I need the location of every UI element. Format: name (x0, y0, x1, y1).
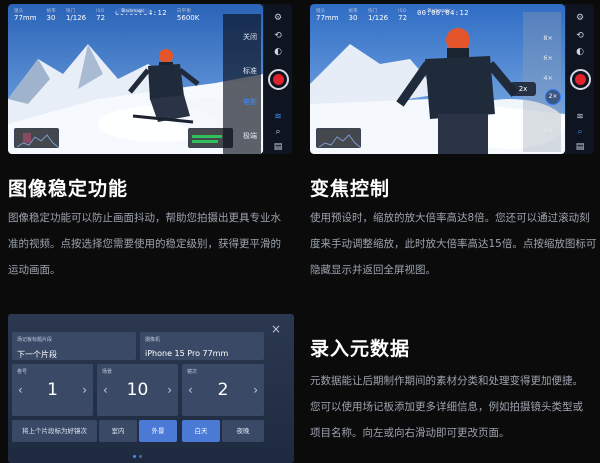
zoom-description: 使用预设时，缩放的放大倍率高达8倍。您还可以通过滚动刻 度来手动调整缩放，此时放… (310, 205, 600, 283)
hud-lens[interactable]: 77mm (14, 14, 37, 22)
camera-swap-icon[interactable]: ⟲ (271, 30, 285, 42)
hud-iso-zoom[interactable]: 72 (398, 14, 407, 22)
zoom-label-8x[interactable]: 8× (543, 34, 553, 42)
reel-label: 卷号 (17, 369, 28, 375)
record-button[interactable] (268, 69, 289, 90)
stabilization-menu: 关闭 标准 电影 极端 (223, 14, 261, 154)
record-button[interactable] (570, 69, 591, 90)
zoom-label-6x[interactable]: 6× (543, 54, 553, 62)
metadata-description: 元数据能让后期制作期间的素材分类和处理变得更加便捷。 您可以使用场记板添加更多详… (310, 368, 600, 446)
stab-option-standard[interactable]: 标准 (243, 66, 257, 76)
snowboarder-closeup-photo: Blackmagic 镜头 77mm 帧率 30 快门 1/126 ISO 72 00:… (310, 4, 565, 154)
metadata-line-3: 项目名称。向左或向右滑动即可更改页面。 (310, 427, 510, 439)
zoom-line-3: 隐藏显示并返回全屏视图。 (310, 264, 436, 276)
slate-title-field[interactable]: 场记板标题片段 下一个片段 (12, 332, 136, 360)
stabilization-title: 图像稳定功能 (8, 178, 129, 200)
gear-icon[interactable]: ⚙ (573, 12, 587, 24)
hud-shutter[interactable]: 1/126 (66, 14, 86, 22)
camera-swap-icon[interactable]: ⟲ (573, 30, 587, 42)
camera-label: 摄像机 (145, 337, 161, 343)
stab-option-off[interactable]: 关闭 (243, 32, 257, 42)
hud-fps[interactable]: 30 (47, 14, 56, 22)
take-label: 镜次 (187, 369, 198, 375)
histogram-graph (16, 133, 59, 148)
zoom-pill: 2x (510, 82, 536, 96)
mark-good-take-button[interactable]: 将上个片段标为好镜次 (12, 420, 97, 442)
camera-field[interactable]: 摄像机 iPhone 15 Pro 77mm (140, 332, 264, 360)
slate-title-value: 下一个片段 (17, 350, 57, 359)
tag-day[interactable]: 白天 (182, 420, 220, 442)
stab-option-extreme[interactable]: 极端 (243, 131, 257, 141)
camera-sidebar: ⚙ ⟲ ◐ ≋ ⌕ ▤ (263, 4, 292, 154)
zoom-line-2: 度来手动调整缩放，此时放大倍率高达15倍。点按缩放图标可 (310, 238, 597, 250)
tag-interior[interactable]: 室内 (99, 420, 137, 442)
zoom-active-indicator[interactable]: 2× (545, 89, 561, 105)
histogram[interactable] (14, 128, 59, 148)
stabilization-line-2: 准的视频。点按选择您需要使用的稳定级别，获得更平滑的 (8, 238, 281, 250)
stabilization-line-1: 图像稳定功能可以防止画面抖动，帮助您拍摄出更具专业水 (8, 212, 281, 224)
metadata-title: 录入元数据 (310, 338, 411, 360)
reel-stepper[interactable]: 卷号 ‹ 1 › (12, 364, 93, 416)
camera-hud-zoom: 镜头 77mm 帧率 30 快门 1/126 ISO 72 00:00:04:12 (316, 9, 557, 22)
stabilization-icon[interactable]: ≋ (271, 111, 285, 123)
chevron-right-icon[interactable]: › (253, 383, 258, 397)
clapper-icon[interactable]: ▤ (573, 141, 587, 153)
clapper-icon[interactable]: ▤ (271, 141, 285, 153)
brand-badge: Blackmagic (116, 8, 150, 14)
page-dot-active[interactable] (133, 455, 136, 458)
tag-exterior[interactable]: 外景 (139, 420, 177, 442)
chevron-right-icon[interactable]: › (167, 383, 172, 397)
zoom-icon[interactable]: ⌕ (573, 126, 587, 138)
zoom-title: 变焦控制 (310, 178, 391, 200)
gear-icon[interactable]: ⚙ (271, 12, 285, 24)
hud-lens-zoom[interactable]: 77mm (316, 14, 339, 22)
zoom-label-1x[interactable]: 1× (543, 126, 553, 134)
zoom-label-4x[interactable]: 4× (543, 74, 553, 82)
stabilization-line-3: 运动画面。 (8, 264, 61, 276)
stabilization-preview: 镜头77mm 帧率30 快门1/126 ISO72 00:00:04:12 白平… (8, 4, 292, 154)
histogram-zoom[interactable] (316, 128, 361, 148)
hud-shutter-zoom[interactable]: 1/126 (368, 14, 388, 22)
zoom-preview: Blackmagic 镜头 77mm 帧率 30 快门 1/126 ISO 72 00:… (310, 4, 594, 154)
hud-fps-zoom[interactable]: 30 (349, 14, 358, 22)
chevron-right-icon[interactable]: › (82, 383, 87, 397)
scene-value: 10 (126, 380, 149, 400)
take-value: 2 (217, 380, 229, 400)
camera-sidebar-zoom: ⚙ ⟲ ◐ ≋ ⌕ ▤ (565, 4, 594, 154)
reel-value: 1 (47, 380, 58, 400)
histogram-graph-zoom (318, 134, 361, 148)
stabilization-icon[interactable]: ≋ (573, 111, 587, 123)
metadata-line-1: 元数据能让后期制作期间的素材分类和处理变得更加便捷。 (310, 375, 583, 387)
scene-stepper[interactable]: 场景 ‹ 10 › (97, 364, 178, 416)
snowboarder-photo: 镜头77mm 帧率30 快门1/126 ISO72 00:00:04:12 白平… (8, 4, 263, 154)
camera-value: iPhone 15 Pro 77mm (145, 349, 229, 358)
slate-title-label: 场记板标题片段 (17, 337, 53, 343)
page-dot[interactable] (139, 455, 142, 458)
exposure-icon[interactable]: ◐ (573, 46, 587, 58)
exposure-icon[interactable]: ◐ (271, 46, 285, 58)
stab-option-cinematic[interactable]: 电影 (243, 97, 257, 107)
zoom-line-1: 使用预设时，缩放的放大倍率高达8倍。您还可以通过滚动刻 (310, 212, 590, 224)
metadata-line-2: 您可以使用场记板添加更多详细信息，例如拍摄镜头类型或 (310, 401, 583, 413)
stabilization-description: 图像稳定功能可以防止画面抖动，帮助您拍摄出更具专业水 准的视频。点按选择您需要使… (8, 205, 298, 283)
hud-timecode-zoom: 00:00:04:12 (417, 9, 469, 17)
zoom-icon[interactable]: ⌕ (271, 126, 285, 138)
scene-label: 场景 (102, 369, 113, 375)
take-stepper[interactable]: 镜次 ‹ 2 › (182, 364, 264, 416)
hud-wb[interactable]: 5600K (177, 14, 199, 22)
tag-night[interactable]: 夜晚 (222, 420, 264, 442)
hud-iso[interactable]: 72 (96, 14, 105, 22)
close-icon[interactable]: × (271, 322, 281, 336)
